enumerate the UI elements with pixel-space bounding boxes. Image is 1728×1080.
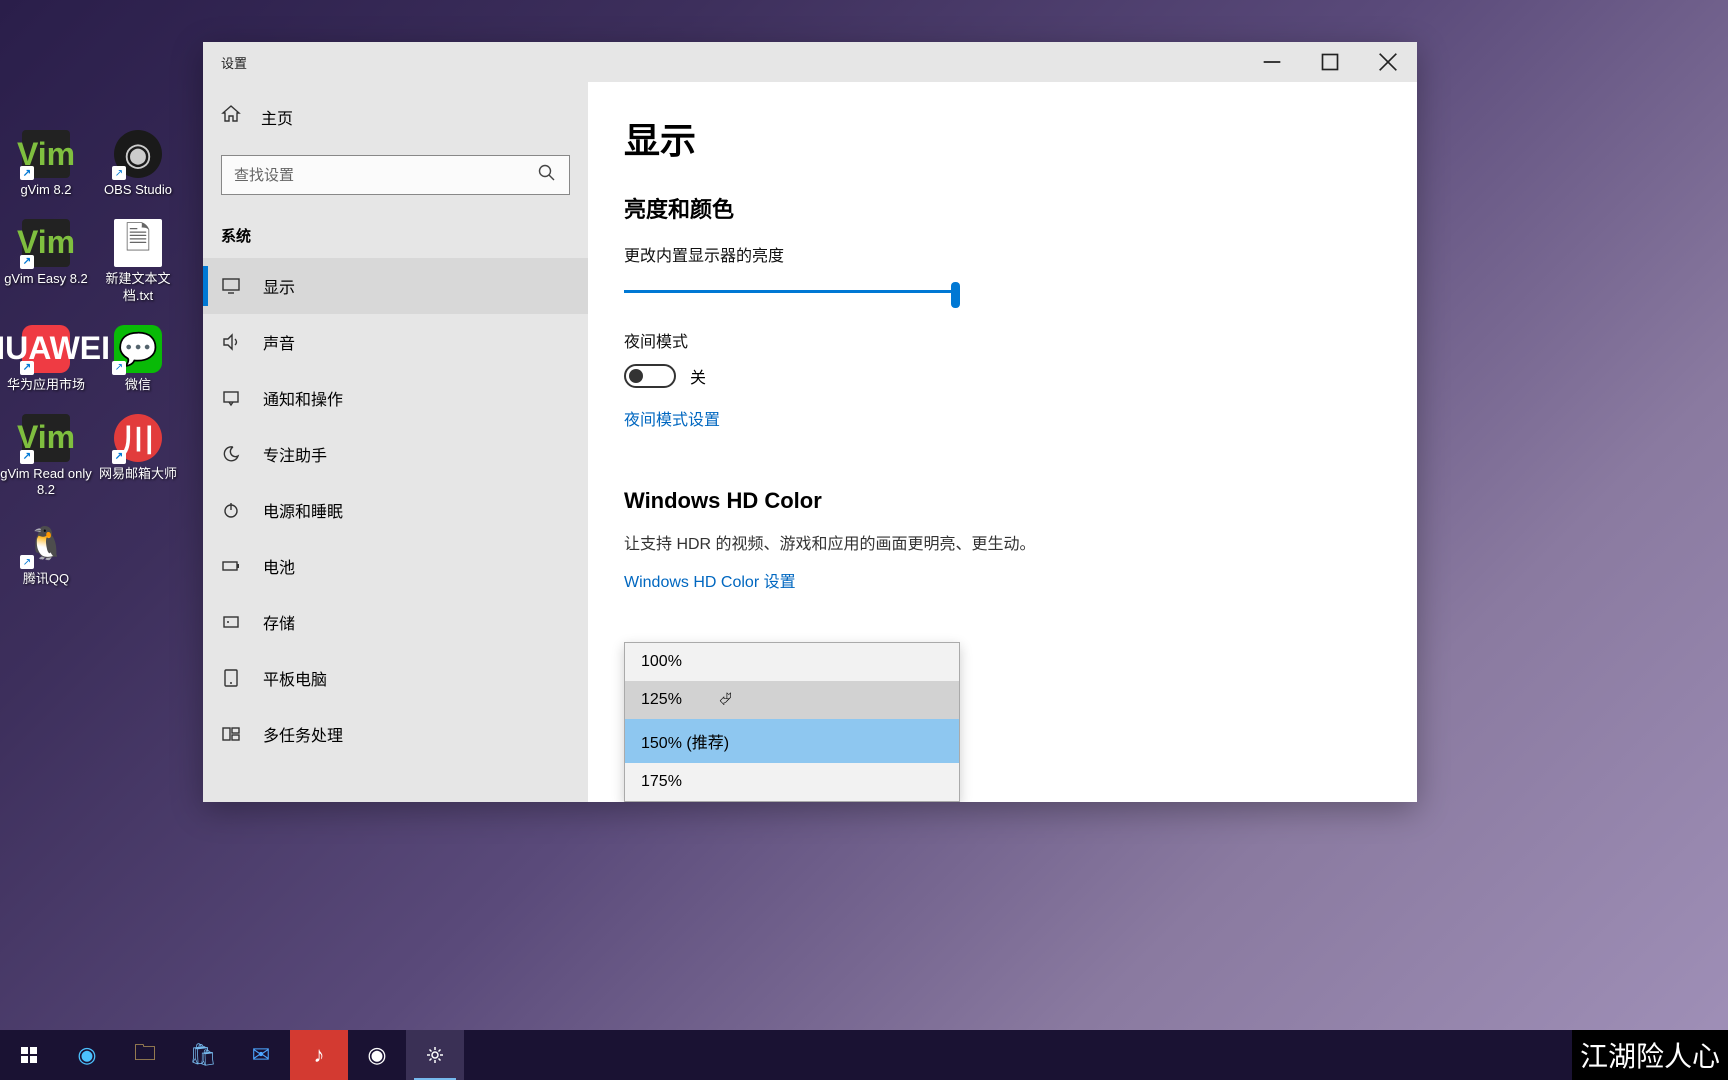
battery-icon bbox=[221, 556, 245, 576]
window-title: 设置 bbox=[221, 53, 1243, 72]
home-button[interactable]: 主页 bbox=[203, 92, 588, 141]
scale-option-175[interactable]: 175% bbox=[625, 763, 959, 801]
close-button[interactable] bbox=[1359, 42, 1417, 82]
storage-icon bbox=[221, 612, 245, 632]
scale-dropdown-open: 100% 125% 150% (推荐) 175% ⮰ bbox=[624, 642, 960, 802]
sidebar-item-tablet[interactable]: 平板电脑 bbox=[203, 650, 588, 706]
brightness-label: 更改内置显示器的亮度 bbox=[624, 242, 1381, 266]
monitor-icon bbox=[221, 276, 245, 296]
taskbar: ◉ 🗀 🛍 ✉ ♪ ◉ ⌃ ▮ 🔊 英 江湖险人心 bbox=[0, 1030, 1728, 1080]
desktop-icon-netease-mail[interactable]: 川↗网易邮箱大师 bbox=[92, 414, 184, 500]
sidebar-item-battery[interactable]: 电池 bbox=[203, 538, 588, 594]
scale-option-125[interactable]: 125% bbox=[625, 681, 959, 719]
desktop-icon-gvim-readonly[interactable]: Vim↗gVim Read only 8.2 bbox=[0, 414, 92, 500]
taskbar-store[interactable]: 🛍 bbox=[174, 1030, 232, 1080]
sidebar-item-label: 声音 bbox=[263, 330, 295, 354]
settings-window: 设置 主页 系统 显示声音通知和操作专注助手电源和睡眠电池存储平板电脑多任务处理… bbox=[203, 42, 1417, 802]
scale-option-150[interactable]: 150% (推荐) bbox=[625, 719, 959, 763]
hdcolor-settings-link[interactable]: Windows HD Color 设置 bbox=[624, 568, 796, 592]
sidebar: 主页 系统 显示声音通知和操作专注助手电源和睡眠电池存储平板电脑多任务处理 bbox=[203, 82, 588, 802]
sidebar-item-storage[interactable]: 存储 bbox=[203, 594, 588, 650]
desktop-icons: Vim↗gVim 8.2 ◉↗OBS Studio Vim↗gVim Easy … bbox=[0, 0, 200, 608]
tablet-icon bbox=[221, 668, 245, 688]
sidebar-item-label: 电池 bbox=[263, 554, 295, 578]
sidebar-item-multitask[interactable]: 多任务处理 bbox=[203, 706, 588, 762]
sidebar-item-notify[interactable]: 通知和操作 bbox=[203, 370, 588, 426]
night-mode-settings-link[interactable]: 夜间模式设置 bbox=[624, 406, 720, 430]
taskbar-explorer[interactable]: 🗀 bbox=[116, 1030, 174, 1080]
content-pane: 显示 亮度和颜色 更改内置显示器的亮度 夜间模式 关 夜间模式设置 Window… bbox=[588, 82, 1417, 802]
taskbar-edge[interactable]: ◉ bbox=[58, 1030, 116, 1080]
search-input[interactable] bbox=[234, 167, 537, 184]
scale-option-100[interactable]: 100% bbox=[625, 643, 959, 681]
sidebar-item-moon[interactable]: 专注助手 bbox=[203, 426, 588, 482]
sidebar-item-label: 多任务处理 bbox=[263, 722, 343, 746]
page-title: 显示 bbox=[624, 112, 1381, 164]
moon-icon bbox=[221, 444, 245, 464]
taskbar-mail[interactable]: ✉ bbox=[232, 1030, 290, 1080]
desktop-icon-huawei[interactable]: HUAWEI↗华为应用市场 bbox=[0, 325, 92, 394]
sidebar-item-label: 专注助手 bbox=[263, 442, 327, 466]
search-box[interactable] bbox=[221, 155, 570, 195]
sidebar-item-power[interactable]: 电源和睡眠 bbox=[203, 482, 588, 538]
home-icon bbox=[221, 104, 245, 129]
slider-thumb[interactable] bbox=[951, 282, 960, 308]
desktop-icon-textfile[interactable]: 🗎新建文本文档.txt bbox=[92, 219, 184, 305]
sound-icon bbox=[221, 332, 245, 352]
taskbar-netease-music[interactable]: ♪ bbox=[290, 1030, 348, 1080]
night-mode-toggle[interactable] bbox=[624, 364, 676, 388]
sidebar-item-label: 平板电脑 bbox=[263, 666, 327, 690]
sidebar-item-label: 通知和操作 bbox=[263, 386, 343, 410]
notify-icon bbox=[221, 388, 245, 408]
maximize-button[interactable] bbox=[1301, 42, 1359, 82]
hdcolor-description: 让支持 HDR 的视频、游戏和应用的画面更明亮、更生动。 bbox=[624, 532, 1381, 558]
sidebar-item-label: 显示 bbox=[263, 274, 295, 298]
desktop-icon-qq[interactable]: 🐧↗腾讯QQ bbox=[0, 519, 92, 588]
sidebar-item-label: 电源和睡眠 bbox=[263, 498, 343, 522]
desktop-icon-gvim-easy[interactable]: Vim↗gVim Easy 8.2 bbox=[0, 219, 92, 305]
power-icon bbox=[221, 500, 245, 520]
titlebar[interactable]: 设置 bbox=[203, 42, 1417, 82]
brightness-slider[interactable] bbox=[624, 278, 960, 306]
desktop-icon-obs[interactable]: ◉↗OBS Studio bbox=[92, 130, 184, 199]
brightness-header: 亮度和颜色 bbox=[624, 192, 1381, 224]
search-icon bbox=[537, 163, 557, 188]
minimize-button[interactable] bbox=[1243, 42, 1301, 82]
toggle-state: 关 bbox=[690, 364, 706, 388]
sidebar-item-monitor[interactable]: 显示 bbox=[203, 258, 588, 314]
home-label: 主页 bbox=[261, 105, 293, 129]
night-mode-label: 夜间模式 bbox=[624, 328, 1381, 352]
desktop-icon-gvim[interactable]: Vim↗gVim 8.2 bbox=[0, 130, 92, 199]
watermark: 江湖险人心 bbox=[1572, 1030, 1728, 1080]
hdcolor-header: Windows HD Color bbox=[624, 488, 1381, 514]
start-button[interactable] bbox=[0, 1030, 58, 1080]
taskbar-settings[interactable] bbox=[406, 1030, 464, 1080]
sidebar-section-header: 系统 bbox=[203, 209, 588, 258]
multitask-icon bbox=[221, 724, 245, 744]
sidebar-item-sound[interactable]: 声音 bbox=[203, 314, 588, 370]
taskbar-obs[interactable]: ◉ bbox=[348, 1030, 406, 1080]
sidebar-item-label: 存储 bbox=[263, 610, 295, 634]
